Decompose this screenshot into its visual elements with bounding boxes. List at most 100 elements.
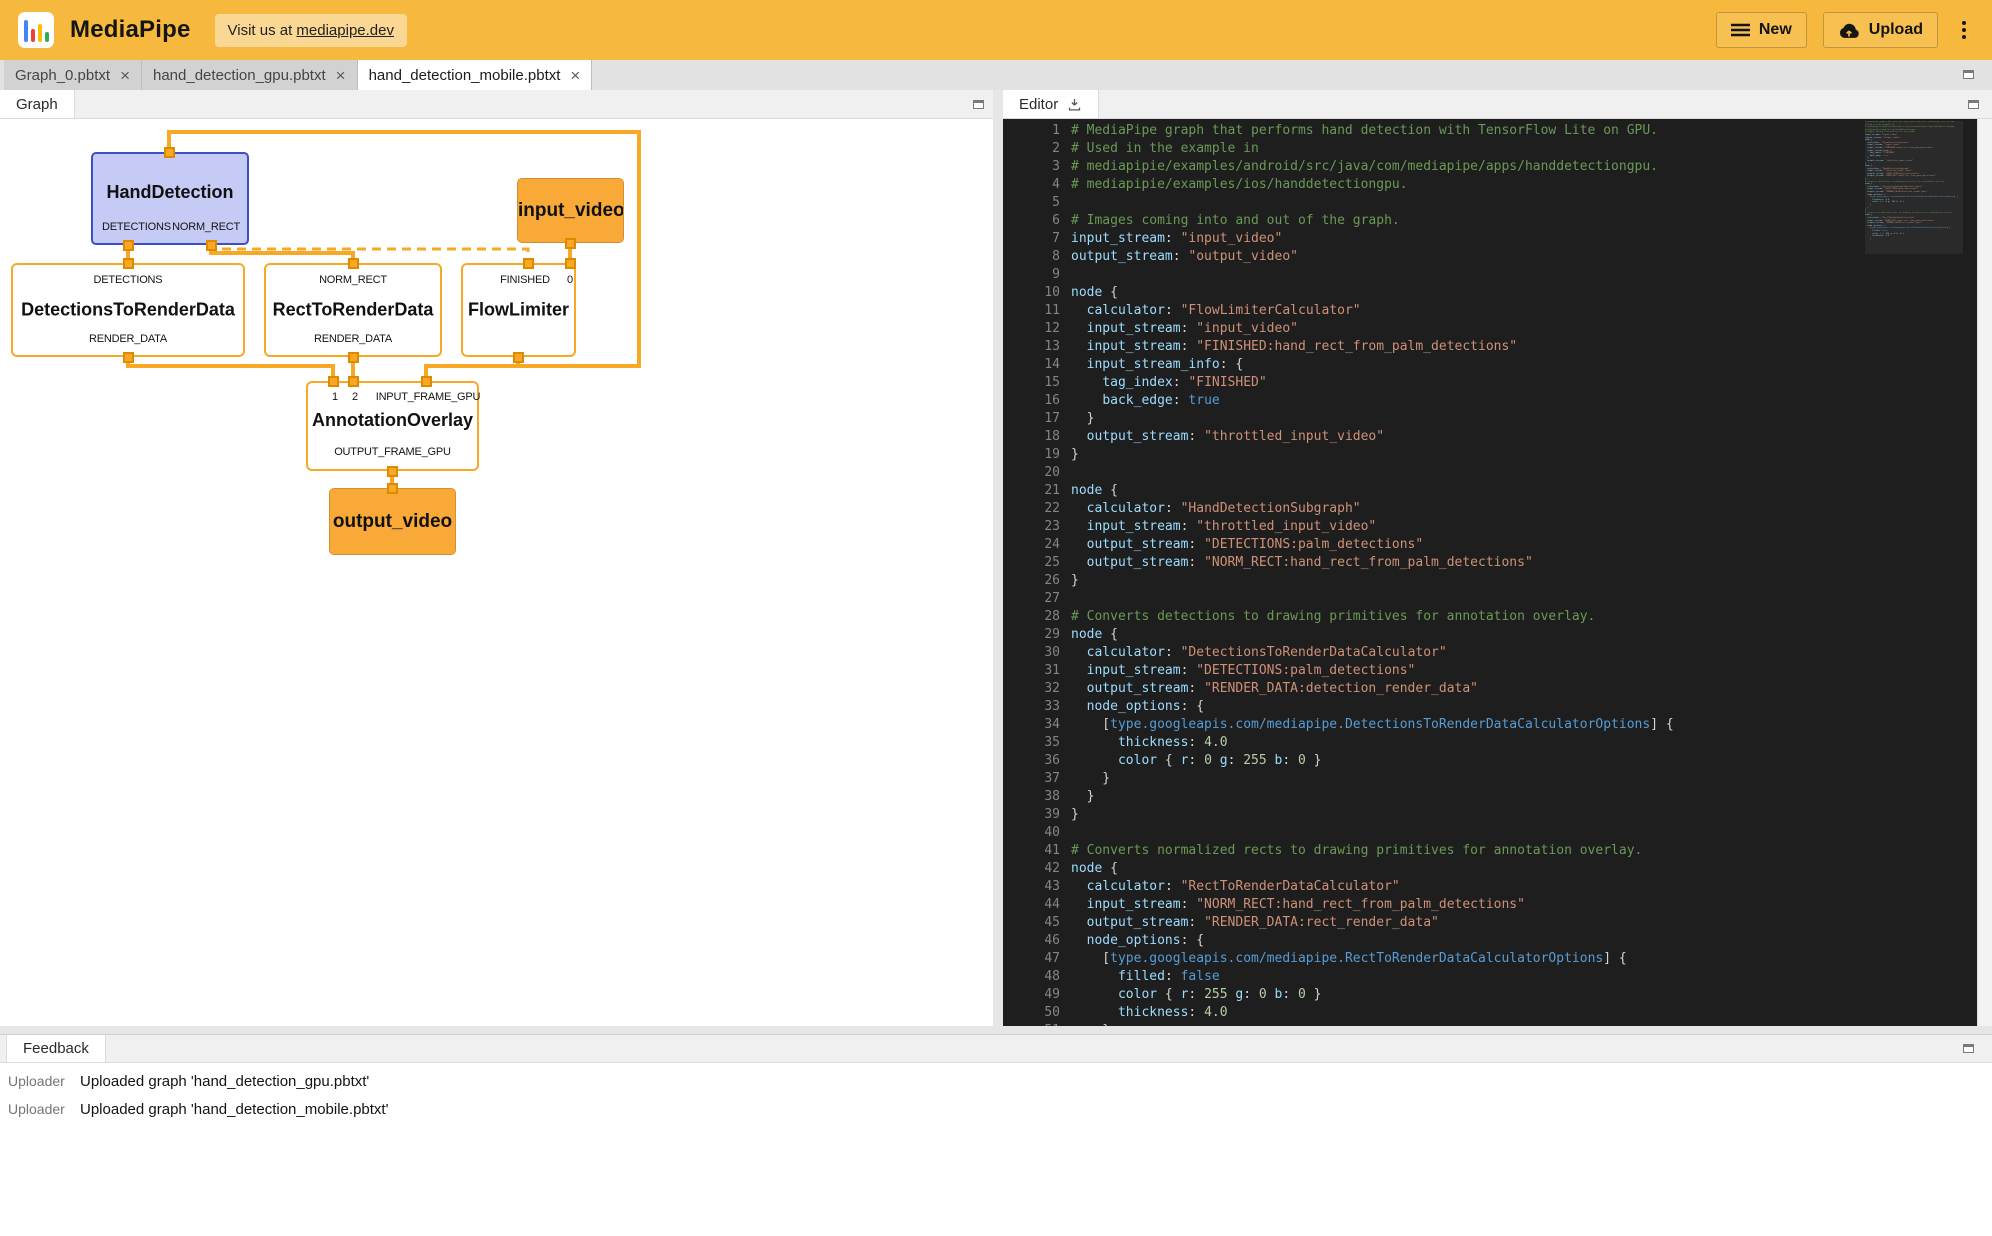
feedback-log: Uploader Uploaded graph 'hand_detection_… xyxy=(0,1063,1992,1236)
popout-icon[interactable] xyxy=(1968,100,1979,109)
feedback-message: Uploaded graph 'hand_detection_gpu.pbtxt… xyxy=(80,1073,369,1090)
graph-panel-tabbar: Graph xyxy=(0,90,993,119)
node-flow-limiter[interactable]: FINISHED 0 FlowLimiter xyxy=(461,263,576,357)
port xyxy=(513,352,524,363)
download-icon[interactable] xyxy=(1067,97,1082,112)
port xyxy=(328,376,339,387)
port xyxy=(206,240,217,251)
feedback-entry: Uploader Uploaded graph 'hand_detection_… xyxy=(8,1067,1992,1095)
code-line: 44 input_stream: "NORM_RECT:hand_rect_fr… xyxy=(1003,896,1992,914)
port xyxy=(421,376,432,387)
file-tab-hand-detection-mobile[interactable]: hand_detection_mobile.pbtxt × xyxy=(358,60,593,90)
kebab-icon xyxy=(1962,21,1966,25)
code-line: 9 xyxy=(1003,266,1992,284)
feedback-source: Uploader xyxy=(8,1073,66,1089)
code-line: 21node { xyxy=(1003,482,1992,500)
feedback-message: Uploaded graph 'hand_detection_mobile.pb… xyxy=(80,1101,388,1118)
code-line: 36 color { r: 0 g: 255 b: 0 } xyxy=(1003,752,1992,770)
code-line: 8output_stream: "output_video" xyxy=(1003,248,1992,266)
code-line: 24 output_stream: "DETECTIONS:palm_detec… xyxy=(1003,536,1992,554)
node-rect-to-render-data[interactable]: NORM_RECT RectToRenderData RENDER_DATA xyxy=(264,263,442,357)
code-line: 14 input_stream_info: { xyxy=(1003,356,1992,374)
code-line: 1# MediaPipe graph that performs hand de… xyxy=(1003,122,1992,140)
close-icon[interactable]: × xyxy=(570,67,580,84)
close-icon[interactable]: × xyxy=(336,67,346,84)
port-label: 2 xyxy=(352,391,358,403)
new-button-label: New xyxy=(1759,21,1792,39)
code-line: 28# Converts detections to drawing primi… xyxy=(1003,608,1992,626)
code-line: 22 calculator: "HandDetectionSubgraph" xyxy=(1003,500,1992,518)
feedback-tab-label: Feedback xyxy=(23,1040,89,1057)
code-line: 19} xyxy=(1003,446,1992,464)
node-title: RectToRenderData xyxy=(266,300,440,321)
node-detections-to-render-data[interactable]: DETECTIONS DetectionsToRenderData RENDER… xyxy=(11,263,245,357)
file-tab-label: Graph_0.pbtxt xyxy=(15,67,110,84)
node-output-video[interactable]: output_video xyxy=(329,488,456,555)
mediapipe-dev-link[interactable]: mediapipe.dev xyxy=(296,22,394,39)
minimap-slider[interactable] xyxy=(1865,121,1963,254)
minimap[interactable]: # MediaPipe graph that performs hand det… xyxy=(1865,121,1963,1024)
node-title: HandDetection xyxy=(93,182,247,203)
node-title: FlowLimiter xyxy=(463,300,574,321)
upload-button[interactable]: Upload xyxy=(1823,12,1938,48)
port xyxy=(348,352,359,363)
code-line: 40 xyxy=(1003,824,1992,842)
more-options-button[interactable] xyxy=(1954,15,1974,45)
file-tab-label: hand_detection_mobile.pbtxt xyxy=(369,67,561,84)
code-line: 11 calculator: "FlowLimiterCalculator" xyxy=(1003,302,1992,320)
scrollbar-track[interactable] xyxy=(1977,119,1992,1026)
file-tab-graph-0[interactable]: Graph_0.pbtxt × xyxy=(4,60,142,90)
port xyxy=(164,147,175,158)
code-line: 31 input_stream: "DETECTIONS:palm_detect… xyxy=(1003,662,1992,680)
code-line: 42node { xyxy=(1003,860,1992,878)
file-tab-hand-detection-gpu[interactable]: hand_detection_gpu.pbtxt × xyxy=(142,60,358,90)
mediapipe-visualizer: MediaPipe Visit us at mediapipe.dev New … xyxy=(0,0,1992,1236)
upload-button-label: Upload xyxy=(1869,21,1923,39)
visit-prefix: Visit us at xyxy=(228,22,297,39)
node-title: AnnotationOverlay xyxy=(308,410,477,431)
port-label: 0 xyxy=(567,274,573,286)
tab-editor[interactable]: Editor xyxy=(1003,90,1099,118)
code-line: 5 xyxy=(1003,194,1992,212)
port-label: NORM_RECT xyxy=(172,221,240,233)
port-label: RENDER_DATA xyxy=(13,333,243,345)
code-line: 43 calculator: "RectToRenderDataCalculat… xyxy=(1003,878,1992,896)
graph-tab-label: Graph xyxy=(16,96,58,113)
port xyxy=(348,258,359,269)
port-label: 1 xyxy=(332,391,338,403)
node-hand-detection[interactable]: HandDetection DETECTIONS NORM_RECT xyxy=(91,152,249,245)
code-line: 13 input_stream: "FINISHED:hand_rect_fro… xyxy=(1003,338,1992,356)
code-line: 48 filled: false xyxy=(1003,968,1992,986)
port-label: NORM_RECT xyxy=(266,274,440,286)
code-line: 49 color { r: 255 g: 0 b: 0 } xyxy=(1003,986,1992,1004)
port-label: INPUT_FRAME_GPU xyxy=(376,391,481,403)
file-tab-label: hand_detection_gpu.pbtxt xyxy=(153,67,326,84)
port xyxy=(565,238,576,249)
port xyxy=(123,240,134,251)
tab-graph-view[interactable]: Graph xyxy=(0,90,75,118)
node-annotation-overlay[interactable]: 1 2 INPUT_FRAME_GPU AnnotationOverlay OU… xyxy=(306,381,479,471)
popout-icon[interactable] xyxy=(1963,70,1974,79)
port xyxy=(387,483,398,494)
code-line: 20 xyxy=(1003,464,1992,482)
popout-icon[interactable] xyxy=(1963,1044,1974,1053)
code-editor[interactable]: 1# MediaPipe graph that performs hand de… xyxy=(1003,119,1992,1026)
popout-icon[interactable] xyxy=(973,100,984,109)
code-line: 10node { xyxy=(1003,284,1992,302)
code-line: 16 back_edge: true xyxy=(1003,392,1992,410)
new-button[interactable]: New xyxy=(1716,12,1807,48)
app-header: MediaPipe Visit us at mediapipe.dev New … xyxy=(0,0,1992,60)
close-icon[interactable]: × xyxy=(120,67,130,84)
code-line: 12 input_stream: "input_video" xyxy=(1003,320,1992,338)
tab-feedback[interactable]: Feedback xyxy=(6,1035,106,1062)
port-label: OUTPUT_FRAME_GPU xyxy=(308,446,477,458)
code-line: 4# mediapipie/examples/ios/handdetection… xyxy=(1003,176,1992,194)
mediapipe-logo-icon xyxy=(18,12,54,48)
code-line: 37 } xyxy=(1003,770,1992,788)
node-input-video[interactable]: input_video xyxy=(517,178,624,243)
feedback-source: Uploader xyxy=(8,1101,66,1117)
editor-panel-tabbar: Editor xyxy=(1003,90,1992,119)
code-line: 45 output_stream: "RENDER_DATA:rect_rend… xyxy=(1003,914,1992,932)
code-line: 51 } xyxy=(1003,1022,1992,1026)
code-lines[interactable]: 1# MediaPipe graph that performs hand de… xyxy=(1003,122,1992,1026)
